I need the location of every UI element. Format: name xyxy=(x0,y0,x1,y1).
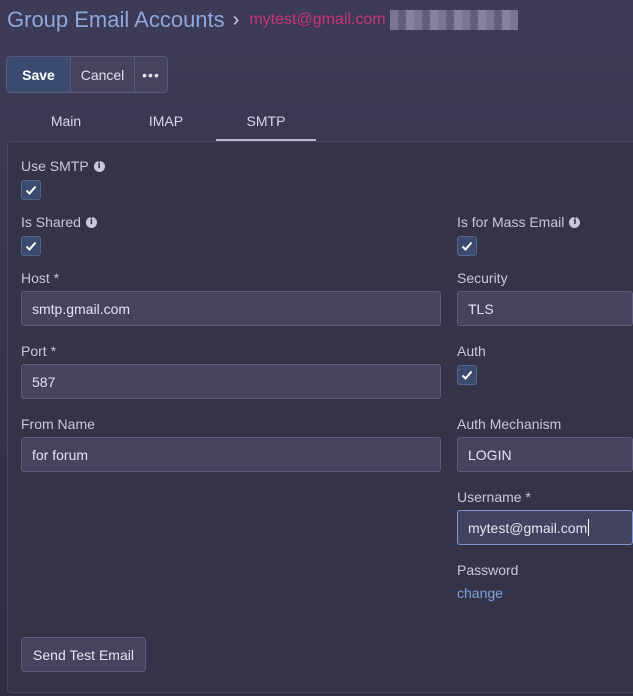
port-label: Port * xyxy=(21,343,57,359)
use-smtp-label-text: Use SMTP xyxy=(21,158,89,174)
security-label: Security xyxy=(457,270,508,286)
tab-smtp[interactable]: SMTP xyxy=(216,105,316,141)
send-test-email-button[interactable]: Send Test Email xyxy=(21,637,146,672)
info-icon[interactable]: i xyxy=(569,216,581,228)
save-button[interactable]: Save xyxy=(7,57,71,92)
host-label: Host * xyxy=(21,270,60,286)
redacted-area xyxy=(389,10,518,30)
tab-imap[interactable]: IMAP xyxy=(116,105,216,141)
host-input[interactable]: smtp.gmail.com xyxy=(21,291,441,326)
security-select[interactable]: TLS xyxy=(457,291,633,326)
password-label: Password xyxy=(457,562,519,578)
port-input[interactable]: 587 xyxy=(21,364,441,399)
is-for-mass-email-checkbox[interactable] xyxy=(457,236,477,256)
auth-label: Auth xyxy=(457,343,486,359)
action-buttons: Save Cancel ••• xyxy=(6,56,168,93)
tab-main[interactable]: Main xyxy=(16,105,116,141)
page-title[interactable]: Group Email Accounts xyxy=(7,7,225,33)
auth-checkbox[interactable] xyxy=(457,365,477,385)
is-for-mass-email-label: Is for Mass Email i xyxy=(457,214,581,230)
use-smtp-label: Use SMTP i xyxy=(21,158,105,174)
info-icon[interactable]: i xyxy=(85,216,97,228)
cancel-button[interactable]: Cancel xyxy=(71,57,135,92)
change-password-link[interactable]: change xyxy=(457,585,503,601)
checkmark-icon xyxy=(25,241,37,251)
info-icon[interactable]: i xyxy=(93,160,105,172)
auth-mechanism-label: Auth Mechanism xyxy=(457,416,562,432)
breadcrumb-separator: › xyxy=(232,8,240,31)
username-value: mytest@gmail.com xyxy=(468,519,588,536)
more-actions-button[interactable]: ••• xyxy=(135,57,167,92)
username-input[interactable]: mytest@gmail.com xyxy=(457,510,633,545)
checkmark-icon xyxy=(461,241,473,251)
auth-mechanism-select[interactable]: LOGIN xyxy=(457,437,633,472)
checkmark-icon xyxy=(461,370,473,380)
is-shared-label-text: Is Shared xyxy=(21,214,81,230)
page-header: Group Email Accounts › mytest@gmail.com xyxy=(7,5,518,35)
username-label: Username * xyxy=(457,489,531,505)
text-caret xyxy=(588,519,590,536)
is-shared-checkbox[interactable] xyxy=(21,236,41,256)
tab-bar: Main IMAP SMTP xyxy=(16,105,316,141)
from-name-input[interactable]: for forum xyxy=(21,437,441,472)
is-for-mass-email-label-text: Is for Mass Email xyxy=(457,214,565,230)
from-name-label: From Name xyxy=(21,416,95,432)
use-smtp-checkbox[interactable] xyxy=(21,180,41,200)
is-shared-label: Is Shared i xyxy=(21,214,97,230)
record-name: mytest@gmail.com xyxy=(249,11,386,28)
checkmark-icon xyxy=(25,185,37,195)
